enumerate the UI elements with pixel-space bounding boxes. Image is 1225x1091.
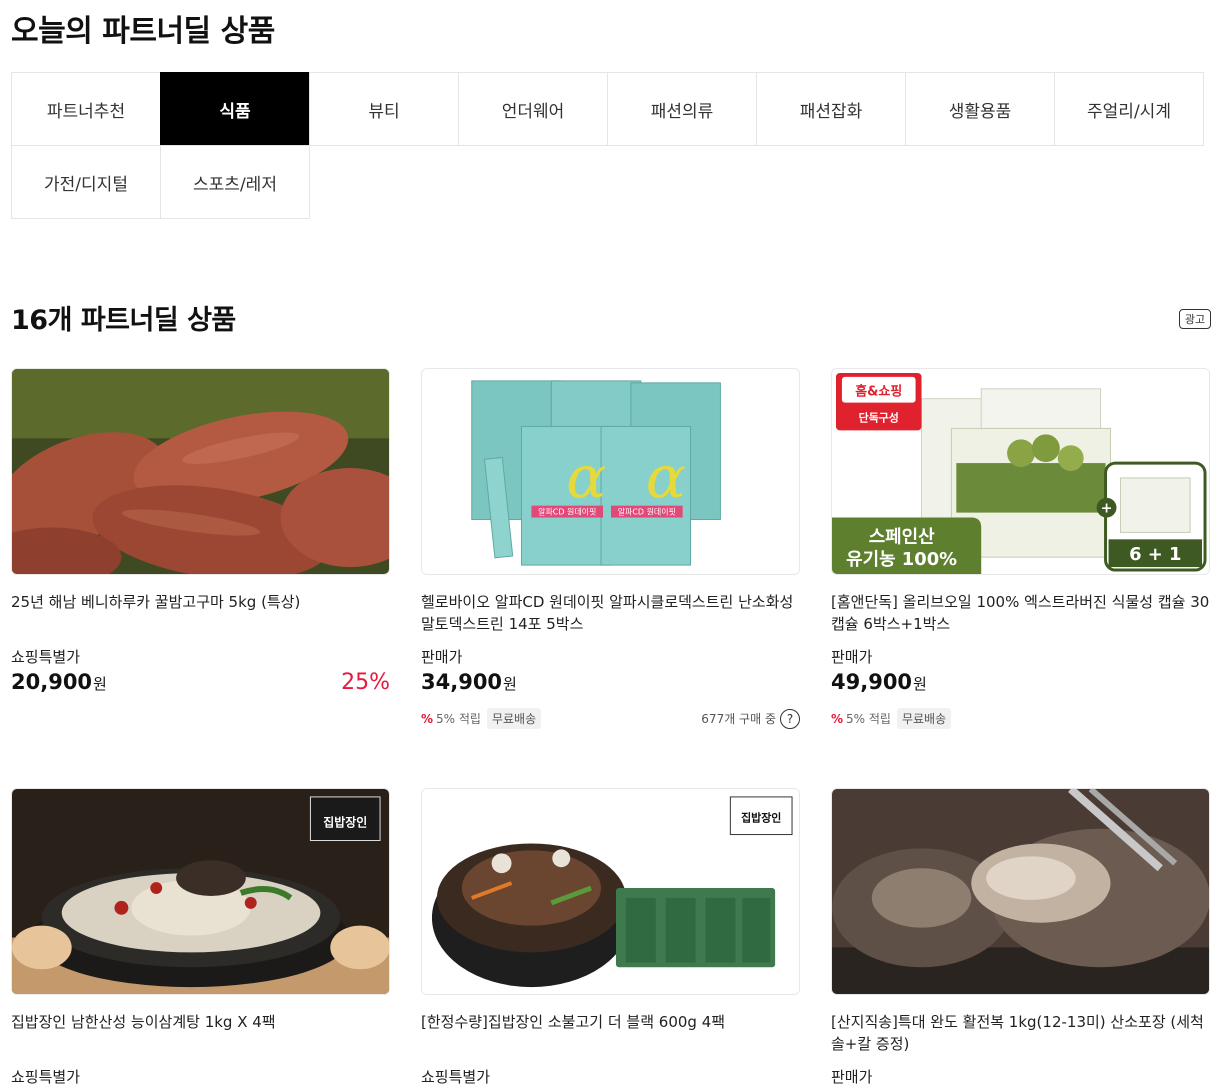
category-tab[interactable]: 주얼리/시계 — [1054, 72, 1204, 146]
price: 49,900원 — [831, 670, 927, 694]
category-tab[interactable]: 뷰티 — [309, 72, 459, 146]
bulgogi-image: 집밥장인 — [422, 789, 799, 994]
percent-icon: % — [831, 711, 844, 726]
svg-text:알파CD 원데이핏: 알파CD 원데이핏 — [538, 507, 596, 517]
sweet-potato-image — [12, 369, 389, 574]
category-tab[interactable]: 패션잡화 — [756, 72, 906, 146]
alpha-cd-box-image: α α 알파CD 원데이핏 알파CD 원데이핏 — [422, 369, 799, 574]
abalone-image — [832, 789, 1209, 994]
svg-text:알파CD 원데이핏: 알파CD 원데이핏 — [618, 507, 676, 517]
price-label: 쇼핑특별가 — [11, 648, 81, 666]
svg-text:집밥장인: 집밥장인 — [741, 811, 781, 825]
product-card[interactable]: α α 알파CD 원데이핏 알파CD 원데이핏 헬로바이오 알파CD 원데이핏 … — [421, 368, 800, 729]
product-name[interactable]: [한정수량]집밥장인 소불고기 더 블랙 600g 4팩 — [421, 1011, 800, 1055]
point-badge: % 5% 적립 — [831, 711, 891, 727]
svg-text:+: + — [1101, 501, 1113, 517]
price: 20,900원 — [11, 670, 107, 694]
product-card[interactable]: 홈&쇼핑 단독구성 스페인산 유기농 100% 6 + 1 + [홈앤단독] 올… — [831, 368, 1210, 729]
category-tab[interactable]: 스포츠/레저 — [160, 145, 310, 219]
category-tab[interactable]: 식품 — [160, 72, 310, 146]
product-name[interactable]: 25년 해남 베니하루카 꿀밤고구마 5kg (특상) — [11, 591, 390, 635]
svg-text:홈&쇼핑: 홈&쇼핑 — [855, 384, 902, 400]
category-row: 파트너추천 식품 뷰티 언더웨어 패션의류 패션잡화 생활용품 주얼리/시계 — [11, 72, 1211, 146]
svg-text:α: α — [646, 444, 686, 513]
product-image[interactable]: 홈&쇼핑 단독구성 스페인산 유기농 100% 6 + 1 + — [831, 368, 1210, 575]
discount-rate: 25% — [341, 670, 390, 695]
category-tab[interactable]: 생활용품 — [905, 72, 1055, 146]
svg-text:스페인산: 스페인산 — [869, 526, 935, 547]
svg-text:6 + 1: 6 + 1 — [1129, 544, 1181, 565]
category-tab[interactable]: 가전/디지털 — [11, 145, 161, 219]
svg-text:유기농 100%: 유기농 100% — [846, 549, 957, 570]
product-name[interactable]: [산지직송]특대 완도 활전복 1kg(12-13미) 산소포장 (세척솔+칼 … — [831, 1011, 1210, 1055]
category-tab[interactable]: 파트너추천 — [11, 72, 161, 146]
product-image[interactable]: 집밥장인 — [421, 788, 800, 995]
category-tab[interactable]: 언더웨어 — [458, 72, 608, 146]
product-image[interactable]: α α 알파CD 원데이핏 알파CD 원데이핏 — [421, 368, 800, 575]
ad-badge[interactable]: 광고 — [1179, 309, 1211, 329]
price-label: 판매가 — [831, 1068, 873, 1086]
product-card[interactable]: 집밥장인 집밥장인 남한산성 능이삼계탕 1kg X 4팩 쇼핑특별가 — [11, 788, 390, 1087]
olive-oil-capsule-image: 홈&쇼핑 단독구성 스페인산 유기농 100% 6 + 1 + — [832, 369, 1209, 574]
percent-icon: % — [421, 711, 434, 726]
price-label: 판매가 — [421, 648, 463, 666]
product-card[interactable]: 25년 해남 베니하루카 꿀밤고구마 5kg (특상) 쇼핑특별가 20,900… — [11, 368, 390, 695]
product-image[interactable] — [11, 368, 390, 575]
category-grid: 파트너추천 식품 뷰티 언더웨어 패션의류 패션잡화 생활용품 주얼리/시계 가전/디지털 스포… — [11, 72, 1211, 219]
price-label: 판매가 — [831, 648, 873, 666]
product-image[interactable] — [831, 788, 1210, 995]
product-name[interactable]: [홈앤단독] 올리브오일 100% 엑스트라버진 식물성 캡슐 30캡슐 6박스… — [831, 591, 1210, 635]
category-row: 가전/디지털 스포츠/레저 — [11, 145, 1211, 219]
point-badge: % 5% 적립 — [421, 711, 481, 727]
svg-text:집밥장인: 집밥장인 — [323, 816, 367, 830]
samgyetang-image: 집밥장인 — [12, 789, 389, 994]
product-card[interactable]: 집밥장인 [한정수량]집밥장인 소불고기 더 블랙 600g 4팩 쇼핑특별가 — [421, 788, 800, 1087]
svg-text:α: α — [566, 444, 606, 513]
price: 34,900원 — [421, 670, 517, 694]
svg-text:단독구성: 단독구성 — [859, 411, 899, 425]
purchase-count: 677개 구매 중 ? — [701, 708, 800, 729]
category-tab[interactable]: 패션의류 — [607, 72, 757, 146]
price-label: 쇼핑특별가 — [421, 1068, 491, 1086]
free-shipping-badge: 무료배송 — [486, 708, 542, 729]
product-card[interactable]: [산지직송]특대 완도 활전복 1kg(12-13미) 산소포장 (세척솔+칼 … — [831, 788, 1210, 1087]
help-icon[interactable]: ? — [780, 708, 800, 729]
product-image[interactable]: 집밥장인 — [11, 788, 390, 995]
section-title: 16개 파트너딜 상품 — [11, 305, 236, 336]
page-title: 오늘의 파트너딜 상품 — [11, 14, 275, 49]
product-name[interactable]: 집밥장인 남한산성 능이삼계탕 1kg X 4팩 — [11, 1011, 390, 1055]
price-label: 쇼핑특별가 — [11, 1068, 81, 1086]
product-name[interactable]: 헬로바이오 알파CD 원데이핏 알파시클로덱스트린 난소화성말토덱스트린 14포… — [421, 591, 800, 635]
free-shipping-badge: 무료배송 — [896, 708, 952, 729]
